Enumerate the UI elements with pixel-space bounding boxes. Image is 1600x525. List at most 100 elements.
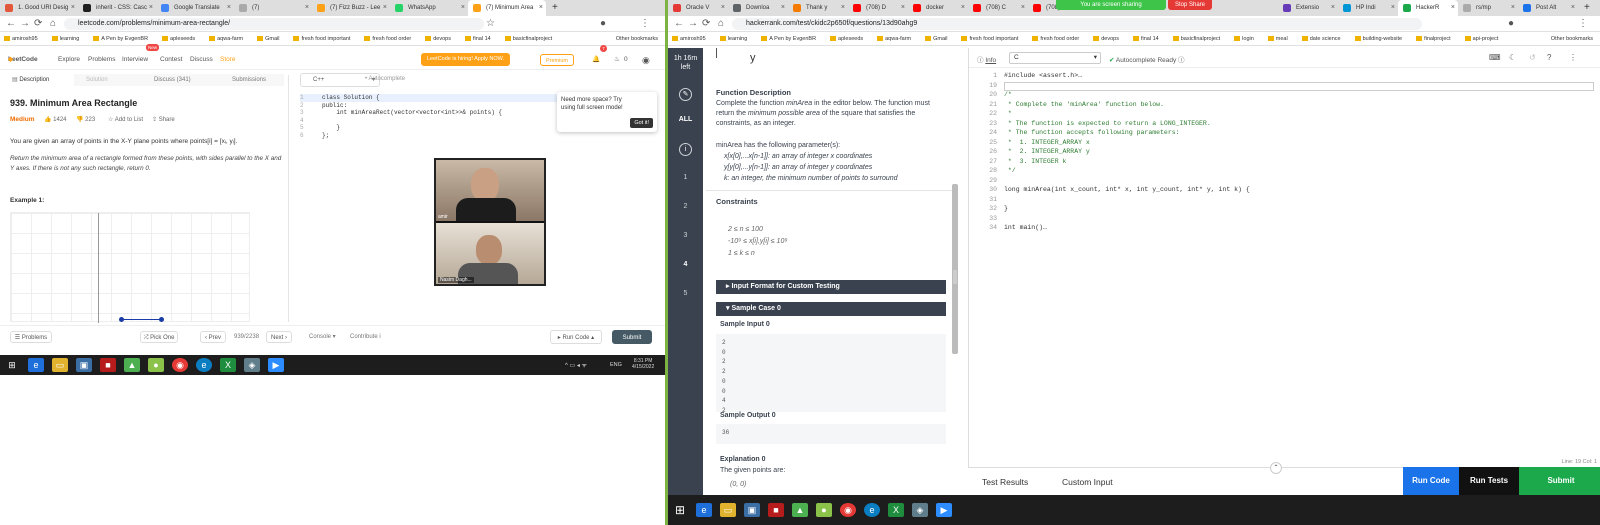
app-icon[interactable]: ■ [100,358,116,372]
other-bookmarks[interactable]: Other bookmarks [1551,32,1593,45]
app-icon[interactable]: ▲ [792,503,808,517]
question-4[interactable]: 4 [668,261,703,268]
profile-icon[interactable]: ● [1508,18,1514,30]
close-tab-icon[interactable]: × [721,0,725,16]
run-code-button[interactable]: ▸ Run Code ▴ [550,330,602,344]
question-1[interactable]: 1 [668,174,703,181]
browser-tab[interactable]: docker × [908,0,968,16]
app-icon[interactable]: ▲ [124,358,140,372]
bookmark-item[interactable]: aqwa-farm [877,36,918,42]
browser-tab[interactable]: Downloa × [728,0,788,16]
profile-icon[interactable]: ● [600,18,606,30]
home-icon[interactable]: ⌂ [718,18,724,30]
submit-button[interactable]: Submit [1519,467,1600,495]
console-button[interactable]: Console ▾ [309,331,336,343]
browser-tab[interactable]: HackerR × [1398,0,1458,16]
tab-description[interactable]: ▤ Description [4,74,74,86]
close-tab-icon[interactable]: × [149,0,153,16]
file-explorer-icon[interactable]: ▭ [52,358,68,372]
bookmark-item[interactable]: devops [1093,36,1126,42]
run-code-button[interactable]: Run Code [1403,467,1459,495]
close-tab-icon[interactable]: × [961,0,965,16]
ie-icon[interactable]: e [28,358,44,372]
close-tab-icon[interactable]: × [227,0,231,16]
windows-start-icon[interactable]: ⊞ [672,503,688,517]
bookmark-item[interactable]: amirosh95 [4,36,45,42]
close-tab-icon[interactable]: × [1331,0,1335,16]
close-tab-icon[interactable]: × [781,0,785,16]
avatar[interactable]: ◉ [642,50,650,70]
tab-discuss[interactable]: Discuss (341) [154,74,191,86]
bookmark-item[interactable]: A Pen by EvgenBR [761,36,823,42]
editor-language-select[interactable]: C ▾ [1009,52,1101,64]
close-tab-icon[interactable]: × [71,0,75,16]
zoom-icon[interactable]: ▶ [936,503,952,517]
bookmark-item[interactable]: fresh food important [293,36,357,42]
bookmark-item[interactable]: fresh food order [364,36,418,42]
menu-icon[interactable]: ⋮ [640,18,650,30]
other-bookmarks[interactable]: Other bookmarks [616,32,658,45]
virtualbox-icon[interactable]: ◈ [912,503,928,517]
pane-splitter[interactable] [288,75,289,322]
stop-share-button[interactable]: Stop Share [1168,0,1212,10]
input-format-section[interactable]: ▸ Input Format for Custom Testing [716,280,946,294]
close-tab-icon[interactable]: × [305,0,309,16]
dislikes-button[interactable]: 👎 223 [76,116,95,123]
left-url-field[interactable]: leetcode.com/problems/minimum-area-recta… [64,18,484,30]
browser-tab[interactable]: WhatsApp × [390,0,468,16]
chrome-icon[interactable]: ◉ [172,358,188,372]
submit-button[interactable]: Submit [612,330,652,344]
info-button[interactable]: ⓘ Info [977,54,996,64]
bookmark-item[interactable]: finalproject [1416,36,1458,42]
browser-tab[interactable]: HP Indi × [1338,0,1398,16]
nav-store[interactable]: Store [220,50,236,70]
reload-icon[interactable]: ⟳ [34,18,42,30]
question-2[interactable]: 2 [668,203,703,210]
nav-contest[interactable]: Contest [160,50,182,70]
premium-button[interactable]: Premium [540,54,575,66]
code-area[interactable]: 1 #include <assert.h>… 19 20 /* 21 * Complete… [969,72,1600,252]
excel-icon[interactable]: X [888,503,904,517]
browser-tab[interactable]: (708) D × [848,0,908,16]
system-tray-icons[interactable]: ^ ▭ ◂ ᯤ [565,361,587,369]
bookmark-item[interactable]: apleseeds [830,36,870,42]
edge-icon[interactable]: e [864,503,880,517]
browser-tab[interactable]: (7) × [234,0,312,16]
keyboard-icon[interactable]: ⌨ [1489,53,1501,62]
close-tab-icon[interactable]: × [1571,0,1575,16]
bookmark-item[interactable]: fresh food important [961,36,1025,42]
reset-icon[interactable]: ↺ [1529,53,1536,62]
app-icon[interactable]: ▣ [76,358,92,372]
bookmark-item[interactable]: final 14 [1132,36,1166,42]
chrome-icon[interactable]: ◉ [840,503,856,517]
question-5[interactable]: 5 [668,290,703,297]
run-tests-button[interactable]: Run Tests [1459,467,1519,495]
reload-icon[interactable]: ⟳ [702,18,710,30]
browser-tab[interactable]: (7) Minimum Area × [468,0,546,16]
help-icon[interactable]: ? [1547,53,1551,62]
app-icon[interactable]: ● [816,503,832,517]
info-icon[interactable]: i [679,143,692,156]
browser-tab[interactable]: 1. Good URI Desig × [0,0,78,16]
windows-start-icon[interactable]: ⊞ [4,358,20,372]
video-call-window[interactable]: amir Nasim Dagh... [434,158,546,286]
close-tab-icon[interactable]: × [1391,0,1395,16]
browser-tab[interactable]: Thank y × [788,0,848,16]
add-to-list-button[interactable]: ☆ Add to List [108,116,143,123]
prev-button[interactable]: ‹ Prev [200,331,226,343]
close-tab-icon[interactable]: × [1451,0,1455,16]
zoom-icon[interactable]: ▶ [268,358,284,372]
bookmark-item[interactable]: meal [1267,36,1295,42]
bookmark-item[interactable]: basicfinalproject [504,36,559,42]
menu-icon[interactable]: ⋮ [1578,18,1588,30]
more-options-icon[interactable]: ⋮ [1569,53,1577,62]
bell-icon[interactable]: 🔔 [592,50,600,70]
clock[interactable]: 8:31 PM 4/15/2022 [632,358,654,370]
bookmark-item[interactable]: devops [425,36,458,42]
right-url-field[interactable]: hackerrank.com/test/ckidc2p650f/question… [732,18,1422,30]
test-results-tab[interactable]: Test Results [982,477,1028,487]
bookmark-item[interactable]: learning [51,36,87,42]
bookmark-item[interactable]: final 14 [464,36,498,42]
all-questions-button[interactable]: ALL [668,116,703,123]
sample-case-section[interactable]: ▾ Sample Case 0 [716,302,946,316]
